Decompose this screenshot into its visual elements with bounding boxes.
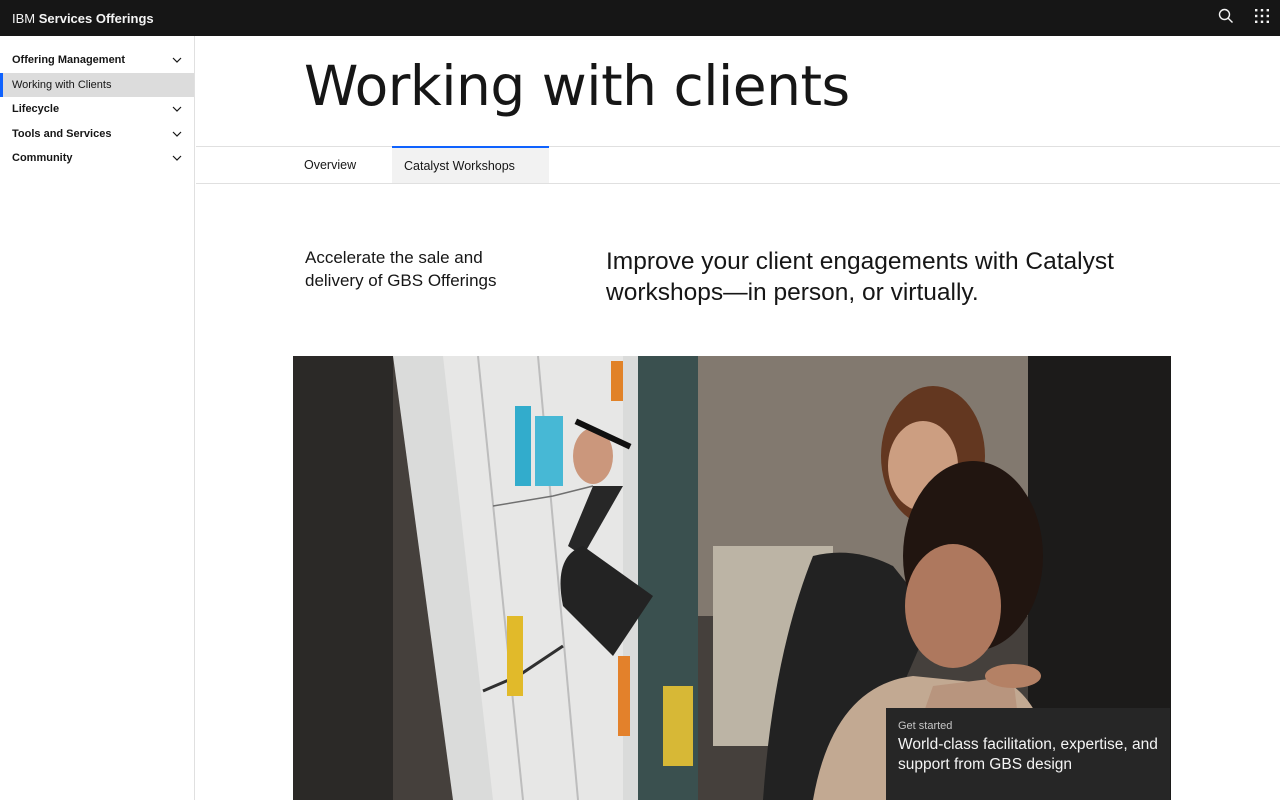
brand-name: Services Offerings <box>38 10 154 26</box>
sidebar-item-lifecycle[interactable]: Lifecycle <box>0 97 194 122</box>
sidebar-item-label: Tools and Services <box>12 127 112 140</box>
cta-text: World-class facilitation, expertise, and… <box>898 736 1158 773</box>
search-icon <box>1218 8 1234 29</box>
sidebar-item-community[interactable]: Community <box>0 146 194 171</box>
header-actions <box>1208 0 1280 36</box>
chevron-down-icon <box>172 153 182 163</box>
sidebar-item-tools-and-services[interactable]: Tools and Services <box>0 122 194 147</box>
cta-eyebrow: Get started <box>898 720 953 732</box>
tab-label: Catalyst Workshops <box>404 158 515 173</box>
side-nav: Offering Management Working with Clients… <box>0 36 195 800</box>
tab-label: Overview <box>304 158 357 172</box>
tab-catalyst-workshops[interactable]: Catalyst Workshops <box>392 146 549 183</box>
page-title: Working with clients <box>304 54 850 118</box>
top-header: IBM Services Offerings <box>0 0 1280 36</box>
main-content: Working with clients Overview Catalyst W… <box>196 36 1280 800</box>
brand-prefix: IBM <box>12 10 36 26</box>
app-switcher-button[interactable] <box>1244 0 1280 36</box>
headline-text: Improve your client engagements with Cat… <box>606 248 1114 306</box>
tab-bar: Overview Catalyst Workshops <box>196 146 1280 184</box>
tab-overview[interactable]: Overview <box>292 147 392 183</box>
chevron-down-icon <box>172 129 182 139</box>
get-started-card[interactable]: Get started World-class facilitation, ex… <box>886 708 1170 800</box>
app-switcher-icon <box>1255 8 1269 28</box>
chevron-down-icon <box>172 104 182 114</box>
sidebar-item-offering-management[interactable]: Offering Management <box>0 48 194 73</box>
sidebar-item-working-with-clients[interactable]: Working with Clients <box>0 72 194 97</box>
sidebar-item-label: Offering Management <box>12 54 126 67</box>
brand-logo[interactable]: IBM Services Offerings <box>0 11 154 26</box>
sidebar-item-label: Lifecycle <box>12 103 60 116</box>
lead-text: Accelerate the sale and delivery of GBS … <box>305 248 497 290</box>
sidebar-item-label: Community <box>12 152 73 165</box>
search-button[interactable] <box>1208 0 1244 36</box>
chevron-down-icon <box>172 55 182 65</box>
sidebar-item-label: Working with Clients <box>12 78 112 91</box>
